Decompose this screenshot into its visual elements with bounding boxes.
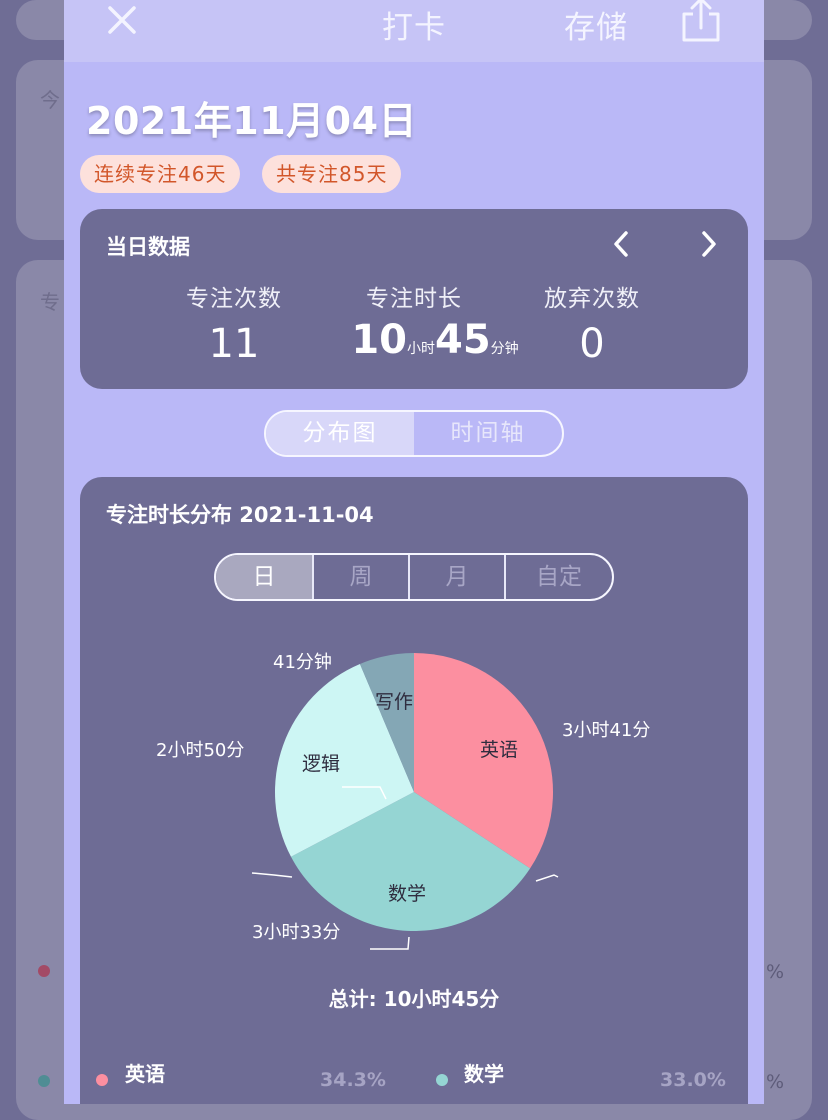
distribution-title: 专注时长分布 2021-11-04 (106, 503, 374, 527)
total-days-badge: 共专注85天 (262, 155, 402, 193)
give-up-count-label: 放弃次数 (544, 286, 640, 312)
pie-slice-label: 数学 (388, 883, 427, 905)
background-percent: % (766, 1071, 785, 1093)
focus-duration-label: 专注时长 (366, 286, 462, 312)
pie-leader-line (535, 874, 559, 882)
legend-percent-math: 33.0% (660, 1069, 726, 1091)
distribution-card: 专注时长分布 2021-11-04 日 周 月 自定 英语 数学 逻辑 写作 3… (80, 477, 748, 1104)
legend-name-math: 数学 (464, 1062, 504, 1086)
daily-data-card: 当日数据 专注次数 专注时长 放弃次数 11 10小时45分钟 0 (80, 209, 748, 389)
check-in-sheet: 打卡 存储 2021年11月04日 连续专注46天 共专注85天 当日数据 专注… (64, 0, 764, 1104)
background-label-focus: 专 (40, 290, 60, 314)
page-title: 打卡 (382, 10, 446, 46)
background-percent: % (766, 961, 785, 983)
duration-hours-unit: 小时 (407, 341, 435, 357)
tab-timeline[interactable]: 时间轴 (414, 412, 562, 455)
focus-distribution-pie-chart (251, 653, 559, 950)
focus-count-label: 专注次数 (186, 286, 282, 312)
chevron-right-icon[interactable] (696, 229, 720, 259)
pie-value-label: 41分钟 (273, 652, 332, 673)
date-title: 2021年11月04日 (86, 99, 418, 143)
background-legend-dot (38, 965, 50, 977)
legend-dot-math (436, 1074, 448, 1086)
legend-dot-english (96, 1074, 108, 1086)
pie-value-label: 2小时50分 (156, 740, 245, 761)
view-toggle: 分布图 时间轴 (264, 410, 564, 457)
share-icon[interactable] (676, 0, 726, 44)
duration-hours: 10 (351, 317, 407, 363)
top-bar: 打卡 存储 (64, 0, 764, 62)
period-week[interactable]: 周 (312, 555, 408, 599)
period-custom[interactable]: 自定 (504, 555, 612, 599)
background-label-today: 今 (40, 88, 60, 112)
save-button[interactable]: 存储 (564, 2, 628, 47)
chevron-left-icon[interactable] (610, 229, 634, 259)
tab-distribution[interactable]: 分布图 (266, 412, 414, 455)
pie-leader-line (251, 872, 293, 878)
period-selector: 日 周 月 自定 (214, 553, 614, 601)
pie-value-label: 3小时41分 (562, 720, 651, 741)
legend-name-english: 英语 (125, 1062, 165, 1086)
duration-minutes: 45 (435, 317, 491, 363)
streak-badge: 连续专注46天 (80, 155, 241, 193)
pie-value-label: 3小时33分 (252, 922, 341, 943)
daily-data-title: 当日数据 (106, 235, 190, 259)
pie-leader-line (370, 936, 410, 950)
pie-slice-label: 英语 (480, 739, 519, 761)
give-up-count-value: 0 (579, 321, 605, 367)
focus-count-value: 11 (208, 321, 260, 367)
pie-slice-label: 写作 (375, 691, 414, 713)
pie-slice-label: 逻辑 (302, 753, 341, 775)
total-duration: 总计: 10小时45分 (328, 987, 500, 1011)
period-day[interactable]: 日 (216, 555, 312, 599)
period-month[interactable]: 月 (408, 555, 504, 599)
background-legend-dot (38, 1075, 50, 1087)
legend-percent-english: 34.3% (320, 1069, 386, 1091)
